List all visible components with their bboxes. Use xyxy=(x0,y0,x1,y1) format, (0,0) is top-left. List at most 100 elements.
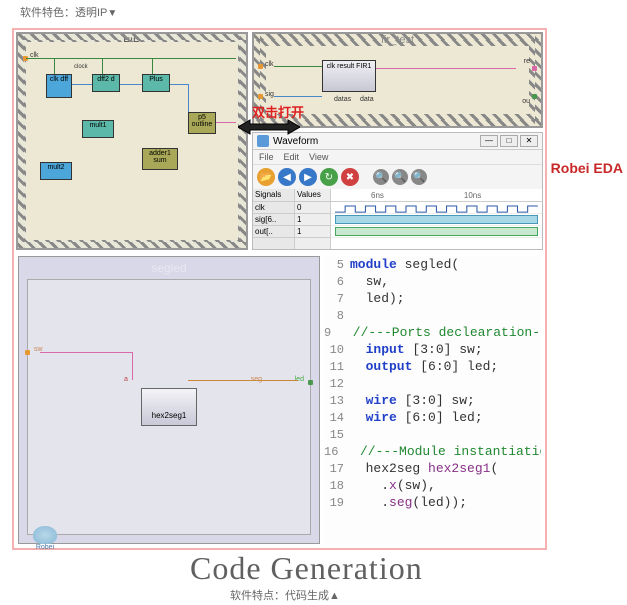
code-line[interactable]: 15 xyxy=(324,426,541,443)
code-text: //---Module instantiation--- xyxy=(344,444,541,459)
port-dot[interactable] xyxy=(258,94,263,99)
waveform-out xyxy=(331,226,542,238)
waveform-grid[interactable]: Signals clk sig[6.. out[.. Values 0 1 1 … xyxy=(253,189,542,249)
block-mult1[interactable]: mult1 xyxy=(82,120,114,138)
wire xyxy=(188,380,298,381)
signal-name[interactable]: out[.. xyxy=(253,226,294,238)
port-datas: datas xyxy=(334,96,351,103)
code-text: led); xyxy=(350,291,405,306)
signal-value: 0 xyxy=(295,202,330,214)
code-generation-label: Code Generation xyxy=(190,550,423,587)
nav-next-button[interactable]: ▶ xyxy=(299,168,317,186)
code-line[interactable]: 5module segled( xyxy=(324,256,541,273)
code-line[interactable]: 8 xyxy=(324,307,541,324)
code-text: sw, xyxy=(350,274,389,289)
line-number: 17 xyxy=(324,462,350,476)
top-feature-label: 软件特色：透明IP▼ xyxy=(20,4,117,20)
wire xyxy=(26,58,236,59)
fir-design-panel[interactable]: FIR clk clk dff clock dff2 d Plus mult1 … xyxy=(16,32,248,250)
values-header: Values xyxy=(295,189,330,202)
up-arrow-icon: ▲ xyxy=(329,590,340,602)
code-text: module segled( xyxy=(350,257,459,272)
menu-file[interactable]: File xyxy=(259,152,274,162)
robei-logo-icon xyxy=(33,526,57,544)
code-line[interactable]: 19 .seg(led)); xyxy=(324,494,541,511)
line-number: 18 xyxy=(324,479,350,493)
code-line[interactable]: 7 led); xyxy=(324,290,541,307)
close-button[interactable]: ✕ xyxy=(520,135,538,147)
block-adder1[interactable]: adder1 sum xyxy=(142,148,178,170)
robei-logo: Robei xyxy=(30,526,60,551)
code-panel[interactable]: 5module segled(6 sw,7 led);89 //---Ports… xyxy=(324,256,541,544)
reload-button[interactable]: ↻ xyxy=(320,168,338,186)
waveform-sig xyxy=(331,214,542,226)
block-p5[interactable]: p5 outline xyxy=(188,112,216,134)
maximize-button[interactable]: □ xyxy=(500,135,518,147)
line-number: 8 xyxy=(324,309,350,323)
port-dot[interactable] xyxy=(532,66,537,71)
line-number: 10 xyxy=(324,343,350,357)
wire xyxy=(132,352,133,380)
code-line[interactable]: 17 hex2seg hex2seg1( xyxy=(324,460,541,477)
port-dot[interactable] xyxy=(258,64,263,69)
block-mult2[interactable]: mult2 xyxy=(40,162,72,180)
block-clk-dff[interactable]: clk dff xyxy=(46,74,72,98)
port-dot[interactable] xyxy=(308,380,313,385)
menu-view[interactable]: View xyxy=(309,152,328,162)
line-number: 15 xyxy=(324,428,350,442)
line-number: 7 xyxy=(324,292,350,306)
segled-title: segled xyxy=(19,257,319,279)
code-text: output [6:0] led; xyxy=(350,359,498,374)
wire xyxy=(170,84,188,85)
wire xyxy=(102,58,103,74)
line-number: 6 xyxy=(324,275,350,289)
code-line[interactable]: 12 xyxy=(324,375,541,392)
zoom-fit-button[interactable]: 🔍 xyxy=(411,169,427,185)
block-dff2[interactable]: dff2 d xyxy=(92,74,120,92)
signal-name[interactable]: sig[6.. xyxy=(253,214,294,226)
minimize-button[interactable]: — xyxy=(480,135,498,147)
menu-edit[interactable]: Edit xyxy=(284,152,300,162)
segled-design-panel[interactable]: segled sw a hex2seg1 seg led xyxy=(18,256,320,544)
port-dot[interactable] xyxy=(25,350,30,355)
code-line[interactable]: 6 sw, xyxy=(324,273,541,290)
code-line[interactable]: 16 //---Module instantiation--- xyxy=(324,443,541,460)
line-number: 13 xyxy=(324,394,350,408)
signal-name[interactable]: clk xyxy=(253,202,294,214)
fir-canvas[interactable]: clk clk dff clock dff2 d Plus mult1 mult… xyxy=(26,42,238,240)
wire xyxy=(216,122,236,123)
double-click-label: 双击打开 xyxy=(252,102,304,121)
wire xyxy=(72,84,92,85)
segled-canvas[interactable]: sw a hex2seg1 seg led xyxy=(27,279,311,535)
port-dot[interactable] xyxy=(532,94,537,99)
stop-button[interactable]: ✖ xyxy=(341,168,359,186)
zoom-in-button[interactable]: 🔍 xyxy=(373,169,389,185)
code-line[interactable]: 18 .x(sw), xyxy=(324,477,541,494)
open-button[interactable]: 📂 xyxy=(257,168,275,186)
zoom-out-button[interactable]: 🔍 xyxy=(392,169,408,185)
waveform-window[interactable]: Waveform — □ ✕ File Edit View 📂 ◀ ▶ xyxy=(252,132,543,250)
code-line[interactable]: 13 wire [3:0] sw; xyxy=(324,392,541,409)
block-fir1[interactable]: clk result FIR1 xyxy=(322,60,376,92)
wire xyxy=(120,84,142,85)
signal-value: 1 xyxy=(295,214,330,226)
code-line[interactable]: 14 wire [6:0] led; xyxy=(324,409,541,426)
nav-prev-button[interactable]: ◀ xyxy=(278,168,296,186)
dropdown-arrow-icon: ▼ xyxy=(107,8,117,19)
time-ruler: 6ns 10ns xyxy=(331,189,542,202)
line-number: 5 xyxy=(324,258,350,272)
port-clk: clk xyxy=(265,61,274,68)
waveform-title: Waveform xyxy=(273,136,318,147)
waveform-menubar: File Edit View xyxy=(253,150,542,165)
signal-value: 1 xyxy=(295,226,330,238)
code-text: input [3:0] sw; xyxy=(350,342,483,357)
block-hex2seg1[interactable]: hex2seg1 xyxy=(141,388,197,426)
signals-header: Signals xyxy=(253,189,294,202)
code-text: .seg(led)); xyxy=(350,495,467,510)
code-line[interactable]: 9 //---Ports declearation--- xyxy=(324,324,541,341)
line-number: 14 xyxy=(324,411,350,425)
code-line[interactable]: 10 input [3:0] sw; xyxy=(324,341,541,358)
code-line[interactable]: 11 output [6:0] led; xyxy=(324,358,541,375)
port-data: data xyxy=(360,96,374,103)
block-plus[interactable]: Plus xyxy=(142,74,170,92)
